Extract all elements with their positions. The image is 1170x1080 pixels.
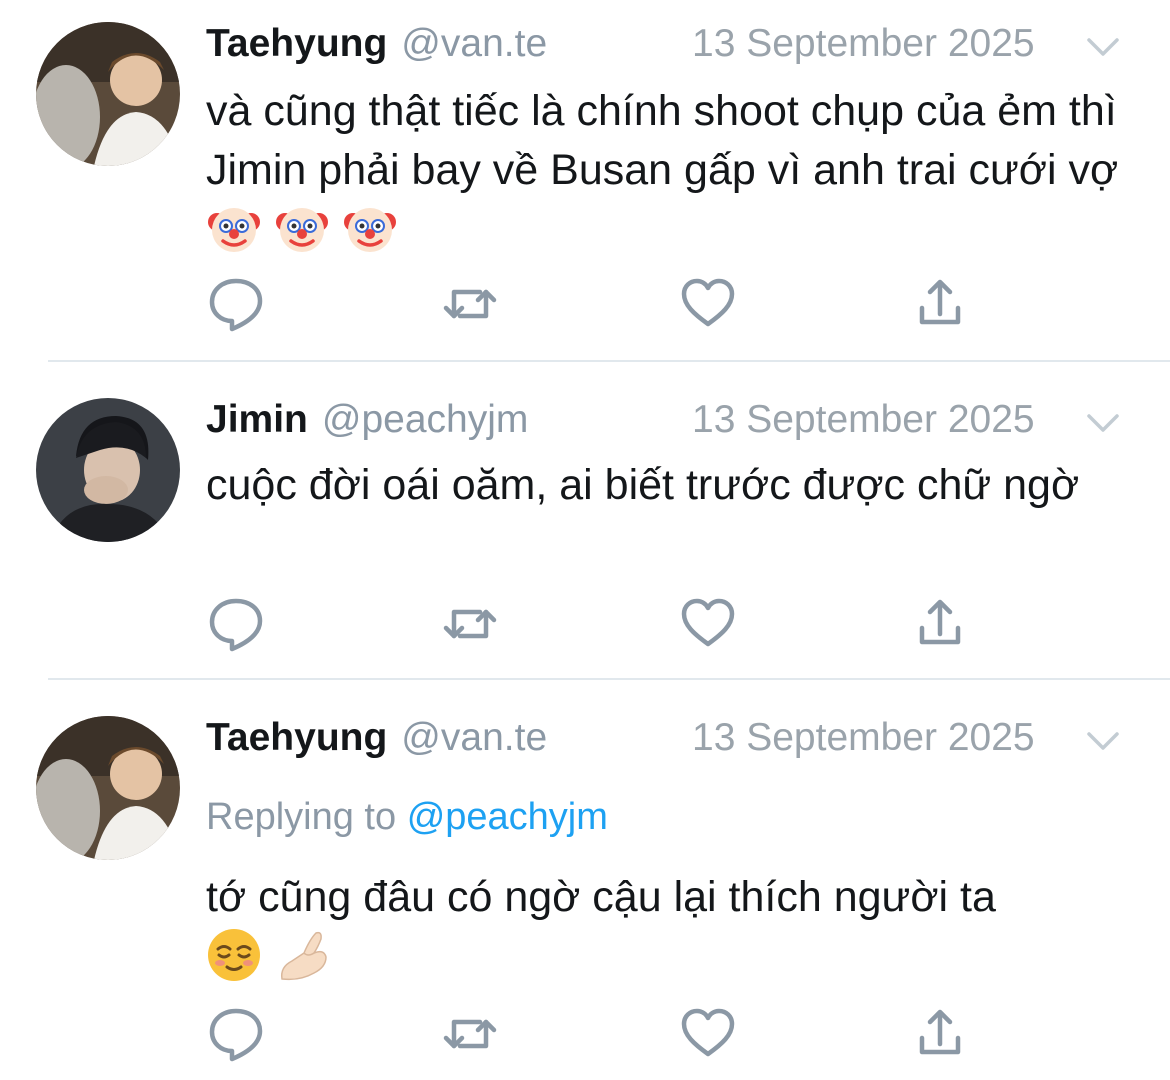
retweet-icon[interactable]	[440, 1004, 500, 1064]
tweet-date: 13 September 2025	[692, 716, 1035, 759]
avatar[interactable]	[36, 716, 180, 860]
replying-to-label: Replying to	[206, 796, 397, 838]
pinching-hand-emoji	[274, 927, 330, 983]
share-icon[interactable]	[910, 1004, 970, 1064]
retweet-icon[interactable]	[440, 594, 500, 654]
tweet-text: cuộc đời oái oăm, ai biết trước được chữ…	[206, 456, 1126, 515]
tweet-actions	[206, 274, 986, 334]
tweet-divider	[48, 678, 1170, 680]
tweet-header: Jimin @peachyjm 13 September 2025	[206, 398, 1126, 458]
clown-face-emoji	[274, 200, 330, 256]
reply-icon[interactable]	[206, 594, 266, 654]
share-icon[interactable]	[910, 594, 970, 654]
tweet-date: 13 September 2025	[692, 22, 1035, 65]
like-icon[interactable]	[678, 594, 738, 654]
like-icon[interactable]	[678, 1004, 738, 1064]
user-handle[interactable]: @van.te	[401, 716, 547, 759]
replying-to-line: Replying to @peachyjm	[206, 796, 608, 839]
display-name[interactable]: Jimin	[206, 398, 308, 441]
tweet-text-content: cuộc đời oái oăm, ai biết trước được chữ…	[206, 461, 1080, 509]
tweet-text-content: tớ cũng đâu có ngờ cậu lại thích người t…	[206, 873, 996, 921]
tweet-actions	[206, 594, 986, 654]
chevron-down-icon[interactable]	[1086, 730, 1120, 752]
user-handle[interactable]: @peachyjm	[322, 398, 529, 441]
like-icon[interactable]	[678, 274, 738, 334]
clown-face-emoji	[342, 200, 398, 256]
reply-icon[interactable]	[206, 1004, 266, 1064]
tweet-text: và cũng thật tiếc là chính shoot chụp củ…	[206, 82, 1126, 262]
display-name[interactable]: Taehyung	[206, 716, 387, 759]
clown-face-emoji	[206, 200, 262, 256]
tweet-text: tớ cũng đâu có ngờ cậu lại thích người t…	[206, 868, 1126, 989]
reply-icon[interactable]	[206, 274, 266, 334]
display-name[interactable]: Taehyung	[206, 22, 387, 65]
user-handle[interactable]: @van.te	[401, 22, 547, 65]
share-icon[interactable]	[910, 274, 970, 334]
tweet-divider	[48, 360, 1170, 362]
chevron-down-icon[interactable]	[1086, 36, 1120, 58]
relieved-face-emoji	[206, 927, 262, 983]
tweet-actions	[206, 1004, 986, 1064]
tweet-header: Taehyung @van.te 13 September 2025	[206, 22, 1126, 82]
tweet-header: Taehyung @van.te 13 September 2025	[206, 716, 1126, 776]
retweet-icon[interactable]	[440, 274, 500, 334]
avatar[interactable]	[36, 22, 180, 166]
avatar[interactable]	[36, 398, 180, 542]
chevron-down-icon[interactable]	[1086, 412, 1120, 434]
tweet-date: 13 September 2025	[692, 398, 1035, 441]
mention-link[interactable]: @peachyjm	[407, 796, 608, 838]
tweet-text-content: và cũng thật tiếc là chính shoot chụp củ…	[206, 87, 1119, 194]
